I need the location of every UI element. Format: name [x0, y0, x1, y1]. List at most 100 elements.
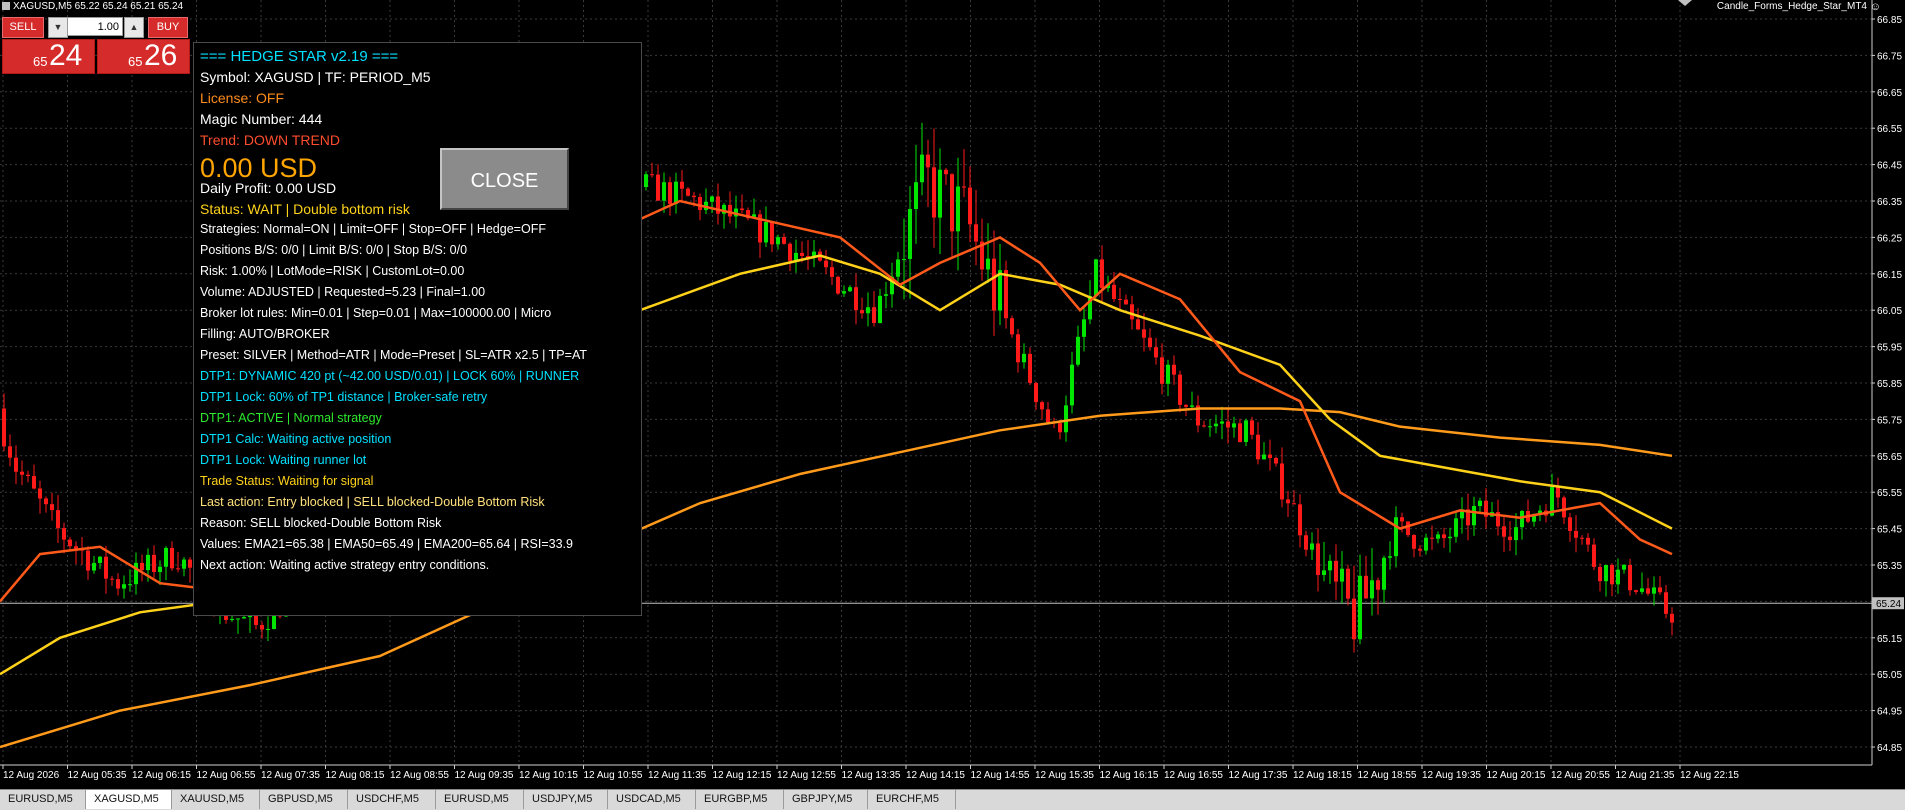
bull-candle [242, 617, 246, 619]
time-axis-label: 12 Aug 13:35 [842, 770, 901, 781]
bull-candle [1064, 405, 1068, 433]
chart-tabs-bar: EURUSD,M5 XAGUSD,M5 XAUUSD,M5 GBPUSD,M5 USDC… [0, 789, 1905, 810]
bear-candle [1568, 517, 1572, 531]
bull-candle [1328, 560, 1332, 571]
bull-candle [128, 584, 132, 586]
price-axis-label: 66.15 [1877, 270, 1902, 281]
price-axis-label: 66.75 [1877, 51, 1902, 62]
bear-candle [968, 187, 972, 225]
lot-size-input[interactable]: 1.00 [67, 17, 123, 36]
bear-candle [68, 539, 72, 547]
bear-candle [1172, 364, 1176, 375]
chart-symbol-header: XAGUSD,M5 65.22 65.24 65.21 65.24 [2, 1, 183, 12]
time-axis-label: 12 Aug 16:55 [1164, 770, 1223, 781]
bear-candle [860, 310, 864, 314]
time-axis-label: 12 Aug 15:35 [1035, 770, 1094, 781]
panel-line-11: Volume: ADJUSTED | Requested=5.23 | Fina… [200, 285, 486, 299]
bear-candle [1154, 347, 1158, 358]
ea-smiley-icon[interactable]: ☺ [1870, 1, 1881, 13]
price-axis-label: 65.15 [1877, 634, 1902, 645]
bear-candle [1352, 598, 1356, 640]
bear-candle [782, 237, 786, 244]
lot-increase-icon[interactable]: ▲ [124, 17, 144, 38]
price-axis-label: 66.85 [1877, 15, 1902, 26]
bear-candle [1508, 536, 1512, 541]
panel-line-23: Values: EMA21=65.38 | EMA50=65.49 | EMA2… [200, 537, 573, 551]
chart-tab[interactable]: EURUSD,M5 [436, 790, 524, 809]
bull-candle [1208, 426, 1212, 428]
chart-tab[interactable]: USDCAD,M5 [608, 790, 696, 809]
time-axis-label: 12 Aug 14:15 [906, 770, 965, 781]
bear-candle [152, 554, 156, 573]
time-axis-label: 12 Aug 06:15 [132, 770, 191, 781]
bear-candle [1556, 487, 1560, 498]
bear-candle [1298, 504, 1302, 536]
bull-candle [1190, 405, 1194, 407]
chart-tab[interactable]: EURUSD,M5 [0, 790, 86, 809]
chart-tab[interactable]: XAUUSD,M5 [172, 790, 260, 809]
bear-candle [650, 174, 654, 176]
panel-line-6: Daily Profit: 0.00 USD [200, 180, 337, 196]
bull-candle [164, 547, 168, 567]
bear-candle [1628, 564, 1632, 591]
chart-tab[interactable]: USDCHF,M5 [348, 790, 436, 809]
bear-candle [1670, 613, 1674, 623]
bear-candle [1226, 421, 1230, 428]
sell-price-quote[interactable]: 65 24 [2, 39, 95, 74]
bear-candle [872, 307, 876, 323]
chart-tab[interactable]: XAGUSD,M5 [86, 790, 172, 809]
bear-candle [800, 252, 804, 257]
bull-candle [230, 618, 234, 620]
bear-candle [1250, 420, 1254, 435]
bear-candle [1334, 560, 1338, 582]
bear-candle [656, 174, 660, 201]
hedge-star-info-panel: CLOSE === HEDGE STAR v2.19 === Symbol: XA… [193, 42, 642, 616]
symbol-quote-text: XAGUSD,M5 65.22 65.24 65.21 65.24 [13, 1, 184, 12]
panel-line-19: DTP1 Lock: Waiting runner lot [200, 453, 367, 467]
sell-button[interactable]: SELL [2, 17, 44, 38]
bear-candle [728, 204, 732, 217]
bull-candle [956, 186, 960, 232]
bear-candle [1040, 402, 1044, 410]
panel-line-18: DTP1 Calc: Waiting active position [200, 432, 392, 446]
price-axis-label: 65.45 [1877, 525, 1902, 536]
bull-candle [1358, 575, 1362, 640]
bear-candle [2, 408, 6, 447]
price-axis-label: 65.65 [1877, 452, 1902, 463]
close-button[interactable]: CLOSE [440, 148, 569, 210]
bear-candle [1142, 329, 1146, 338]
bear-candle [1202, 425, 1206, 427]
chart-tab[interactable]: GBPUSD,M5 [260, 790, 348, 809]
price-axis-label: 66.65 [1877, 88, 1902, 99]
bear-candle [1118, 299, 1122, 301]
chart-tab[interactable]: GBPJPY,M5 [784, 790, 868, 809]
chart-tab[interactable]: EURCHF,M5 [868, 790, 956, 809]
panel-line-8: Strategies: Normal=ON | Limit=OFF | Stop… [200, 222, 546, 236]
chart-tab[interactable]: USDJPY,M5 [524, 790, 608, 809]
bear-candle [992, 258, 996, 311]
chart-tab[interactable]: EURGBP,M5 [696, 790, 784, 809]
chart-menu-icon[interactable] [2, 2, 10, 10]
lot-decrease-icon[interactable]: ▼ [48, 17, 68, 38]
bull-candle [1472, 506, 1476, 526]
panel-line-14: Preset: SILVER | Method=ATR | Mode=Prese… [200, 348, 587, 362]
buy-price-big: 26 [144, 39, 178, 72]
bull-candle [1166, 364, 1170, 384]
bear-candle [14, 457, 18, 472]
bull-candle [1454, 518, 1458, 537]
price-axis-label: 66.25 [1877, 233, 1902, 244]
bull-candle [848, 287, 852, 292]
time-axis-label: 12 Aug 12:15 [713, 770, 772, 781]
time-axis-label: 12 Aug 18:55 [1358, 770, 1417, 781]
bull-candle [998, 270, 1002, 311]
one-click-trading-panel: SELL ▼ 1.00 ▲ BUY 65 24 65 26 [2, 15, 190, 74]
bear-candle [1256, 434, 1260, 460]
buy-button[interactable]: BUY [148, 17, 188, 38]
buy-price-quote[interactable]: 65 26 [97, 39, 190, 74]
bear-candle [1184, 404, 1188, 407]
bear-candle [962, 186, 966, 188]
expert-advisor-name: Candle_Forms_Hedge_Star_MT4 [1716, 1, 1867, 12]
bear-candle [1280, 463, 1284, 500]
bear-candle [38, 488, 42, 499]
bull-candle [1082, 319, 1086, 337]
